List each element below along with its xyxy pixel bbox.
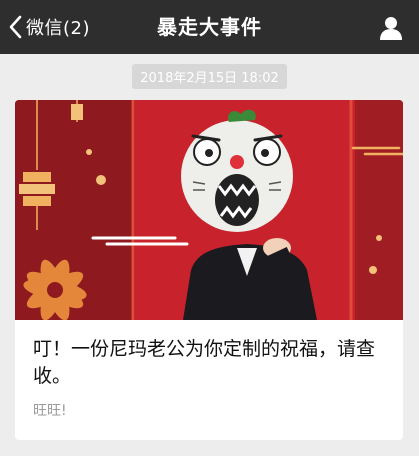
article-digest: 旺旺! <box>33 403 67 419</box>
article-card[interactable]: 叮！一份尼玛老公为你定制的祝福，请查收。 旺旺! <box>15 100 403 440</box>
page-title: 暴走大事件 <box>157 15 262 39</box>
message-timestamp: 2018年2月15日 18:02 <box>132 64 287 89</box>
article-cover-image <box>15 100 403 320</box>
article-title: 叮！一份尼玛老公为你定制的祝福，请查收。 <box>33 338 376 387</box>
top-navbar: 微信(2) 暴走大事件 <box>0 0 419 54</box>
timestamp-row: 2018年2月15日 18:02 <box>0 64 419 89</box>
profile-button[interactable] <box>377 14 405 42</box>
person-icon <box>380 17 402 40</box>
